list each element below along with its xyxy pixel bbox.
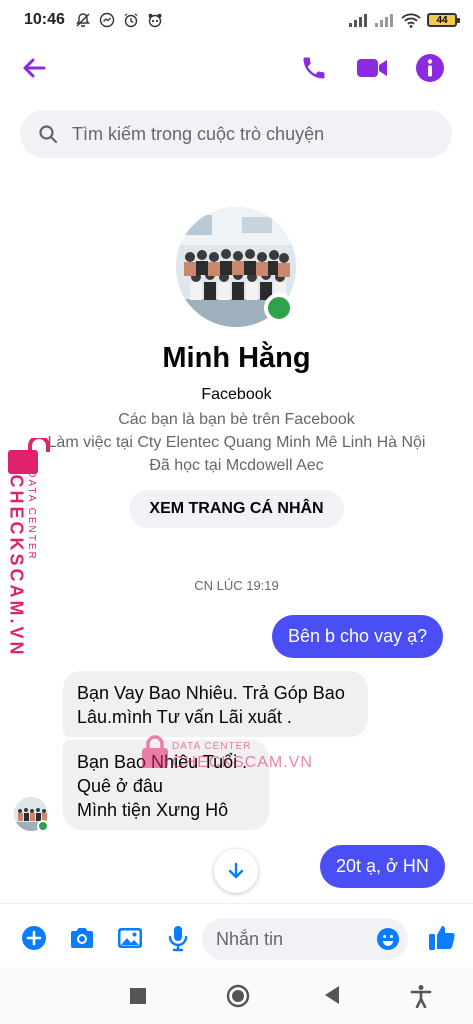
watermark-center: DATA CENTER CHECKSCAM.VN <box>140 735 312 785</box>
profile-friend-status: Các bạn là bạn bè trên Facebook <box>118 411 355 428</box>
plus-icon[interactable] <box>20 924 48 952</box>
message-composer <box>0 903 473 967</box>
messenger-notify-icon <box>99 12 115 28</box>
message-line: Mình tiện Xưng Hô <box>77 800 229 820</box>
message-input[interactable] <box>216 928 366 950</box>
status-bar: 10:46 44 <box>0 0 473 40</box>
profile-name: Minh Hằng <box>162 342 311 374</box>
recent-apps-icon[interactable] <box>130 988 146 1004</box>
online-status-indicator <box>264 293 294 323</box>
battery-level: 44 <box>436 14 448 26</box>
scroll-to-bottom-button[interactable] <box>214 849 258 893</box>
mute-icon <box>76 13 90 28</box>
thumbs-up-icon[interactable] <box>427 922 457 952</box>
message-line: Bạn Vay Bao Nhiêu. Trả Góp Bao <box>77 683 345 703</box>
profile-details: Facebook Các bạn là bạn bè trên Facebook… <box>0 384 473 477</box>
profile-platform: Facebook <box>201 386 272 403</box>
watermark-center-tag: DATA CENTER <box>172 741 252 752</box>
arrow-down-icon <box>228 862 244 879</box>
camera-icon[interactable] <box>68 924 96 952</box>
back-triangle-icon[interactable] <box>323 984 343 1006</box>
profile-work: Làm việc tại Cty Elentec Quang Minh Mê L… <box>47 434 426 451</box>
watermark-side: DATA CENTER CHECKSCAM.VN <box>4 438 50 658</box>
profile-education: Đã học tại Mcdowell Aec <box>149 457 324 474</box>
wifi-icon <box>401 13 421 28</box>
message-bubble-outgoing[interactable]: Bên b cho vay ạ? <box>272 615 444 658</box>
conversation-search[interactable] <box>20 110 452 158</box>
watermark-center-brand: CHECKSCAM.VN <box>172 754 313 771</box>
status-notification-icons <box>75 12 163 28</box>
message-timestamp: CN LÚC 19:19 <box>194 578 279 593</box>
status-time: 10:46 <box>24 11 65 28</box>
accessibility-icon[interactable] <box>410 984 432 1008</box>
gallery-icon[interactable] <box>116 924 144 952</box>
signal-2-icon <box>375 14 393 27</box>
phone-call-icon[interactable] <box>300 54 328 82</box>
battery-icon: 44 <box>427 13 460 27</box>
message-input-container[interactable] <box>202 918 408 960</box>
lock-logo-icon <box>8 438 50 474</box>
message-line: Lâu.mình Tư vấn Lãi xuất . <box>77 707 292 727</box>
search-icon <box>39 125 58 144</box>
system-navigation-bar <box>0 967 473 1024</box>
video-call-icon[interactable] <box>356 54 388 82</box>
back-arrow-icon[interactable] <box>20 54 48 82</box>
microphone-icon[interactable] <box>164 924 192 952</box>
panda-icon <box>148 13 162 28</box>
sender-online-indicator <box>37 820 49 832</box>
info-icon[interactable] <box>415 53 445 83</box>
alarm-icon <box>124 13 138 28</box>
view-profile-button[interactable]: XEM TRANG CÁ NHÂN <box>129 490 344 528</box>
conversation-header <box>0 44 473 92</box>
watermark-tag: DATA CENTER <box>25 470 37 561</box>
signal-icon <box>349 14 367 27</box>
status-system-icons: 44 <box>349 13 460 28</box>
search-input[interactable] <box>72 123 422 145</box>
watermark-brand: CHECKSCAM.VN <box>6 474 27 658</box>
home-icon[interactable] <box>226 984 250 1008</box>
emoji-icon[interactable] <box>376 927 400 951</box>
lock-logo-icon <box>142 735 168 768</box>
message-bubble-incoming[interactable]: Bạn Vay Bao Nhiêu. Trả Góp Bao Lâu.mình … <box>63 671 368 737</box>
message-bubble-outgoing[interactable]: 20t ạ, ở HN <box>320 845 445 888</box>
